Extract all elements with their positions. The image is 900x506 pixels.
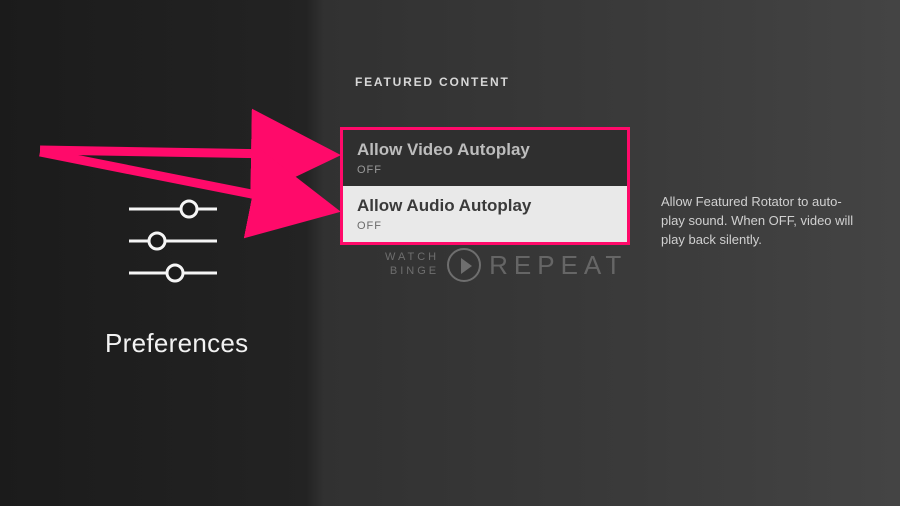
- app-root: Preferences FEATURED CONTENT Allow Video…: [0, 0, 900, 506]
- sliders-icon: [125, 195, 225, 295]
- page-title: Preferences: [105, 328, 248, 359]
- option-label: Allow Video Autoplay: [357, 140, 613, 160]
- option-value: OFF: [357, 220, 613, 232]
- play-icon: [447, 248, 481, 282]
- option-label: Allow Audio Autoplay: [357, 196, 613, 216]
- help-text: Allow Featured Rotator to auto-play soun…: [661, 193, 861, 250]
- annotation-highlight-box: Allow Video Autoplay OFF Allow Audio Aut…: [340, 127, 630, 245]
- watermark-word: REPEAT: [489, 250, 627, 281]
- option-value: OFF: [357, 164, 613, 176]
- watermark-line2: BINGE: [385, 265, 439, 279]
- section-header-featured-content: FEATURED CONTENT: [355, 75, 510, 89]
- left-column: Preferences: [0, 0, 340, 506]
- option-allow-audio-autoplay[interactable]: Allow Audio Autoplay OFF: [343, 186, 627, 242]
- option-allow-video-autoplay[interactable]: Allow Video Autoplay OFF: [343, 130, 627, 186]
- watermark-stack: WATCH BINGE: [385, 251, 439, 279]
- watermark: WATCH BINGE REPEAT: [385, 248, 627, 282]
- watermark-line1: WATCH: [385, 251, 439, 265]
